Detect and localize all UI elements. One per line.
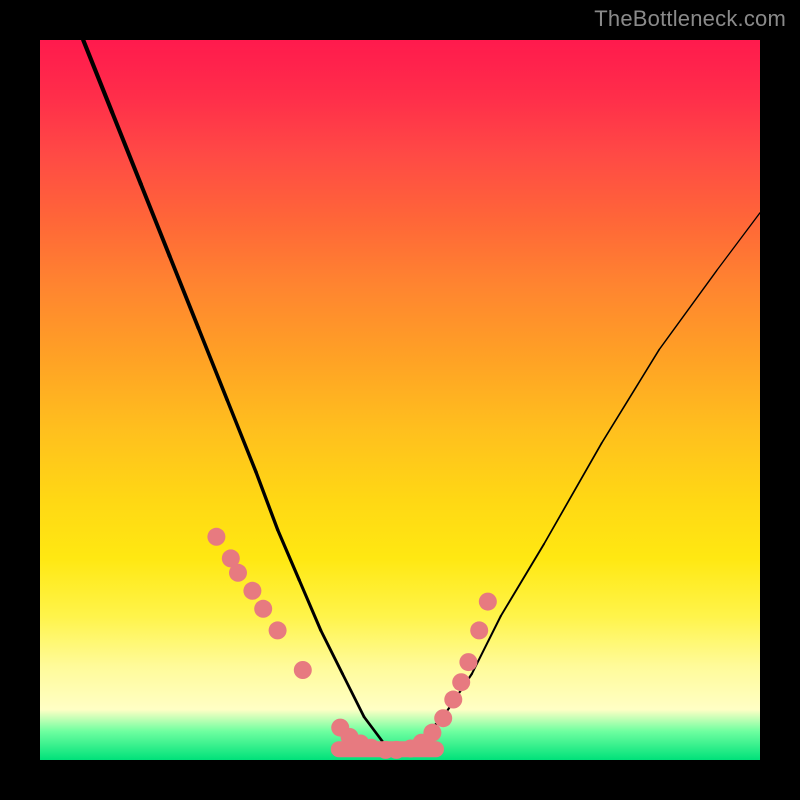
- chart-frame: TheBottleneck.com: [0, 0, 800, 800]
- chart-svg: [40, 40, 760, 760]
- curve-line: [83, 40, 760, 746]
- marker-dots: [207, 528, 496, 759]
- watermark-text: TheBottleneck.com: [594, 6, 786, 32]
- plot-area: [40, 40, 760, 760]
